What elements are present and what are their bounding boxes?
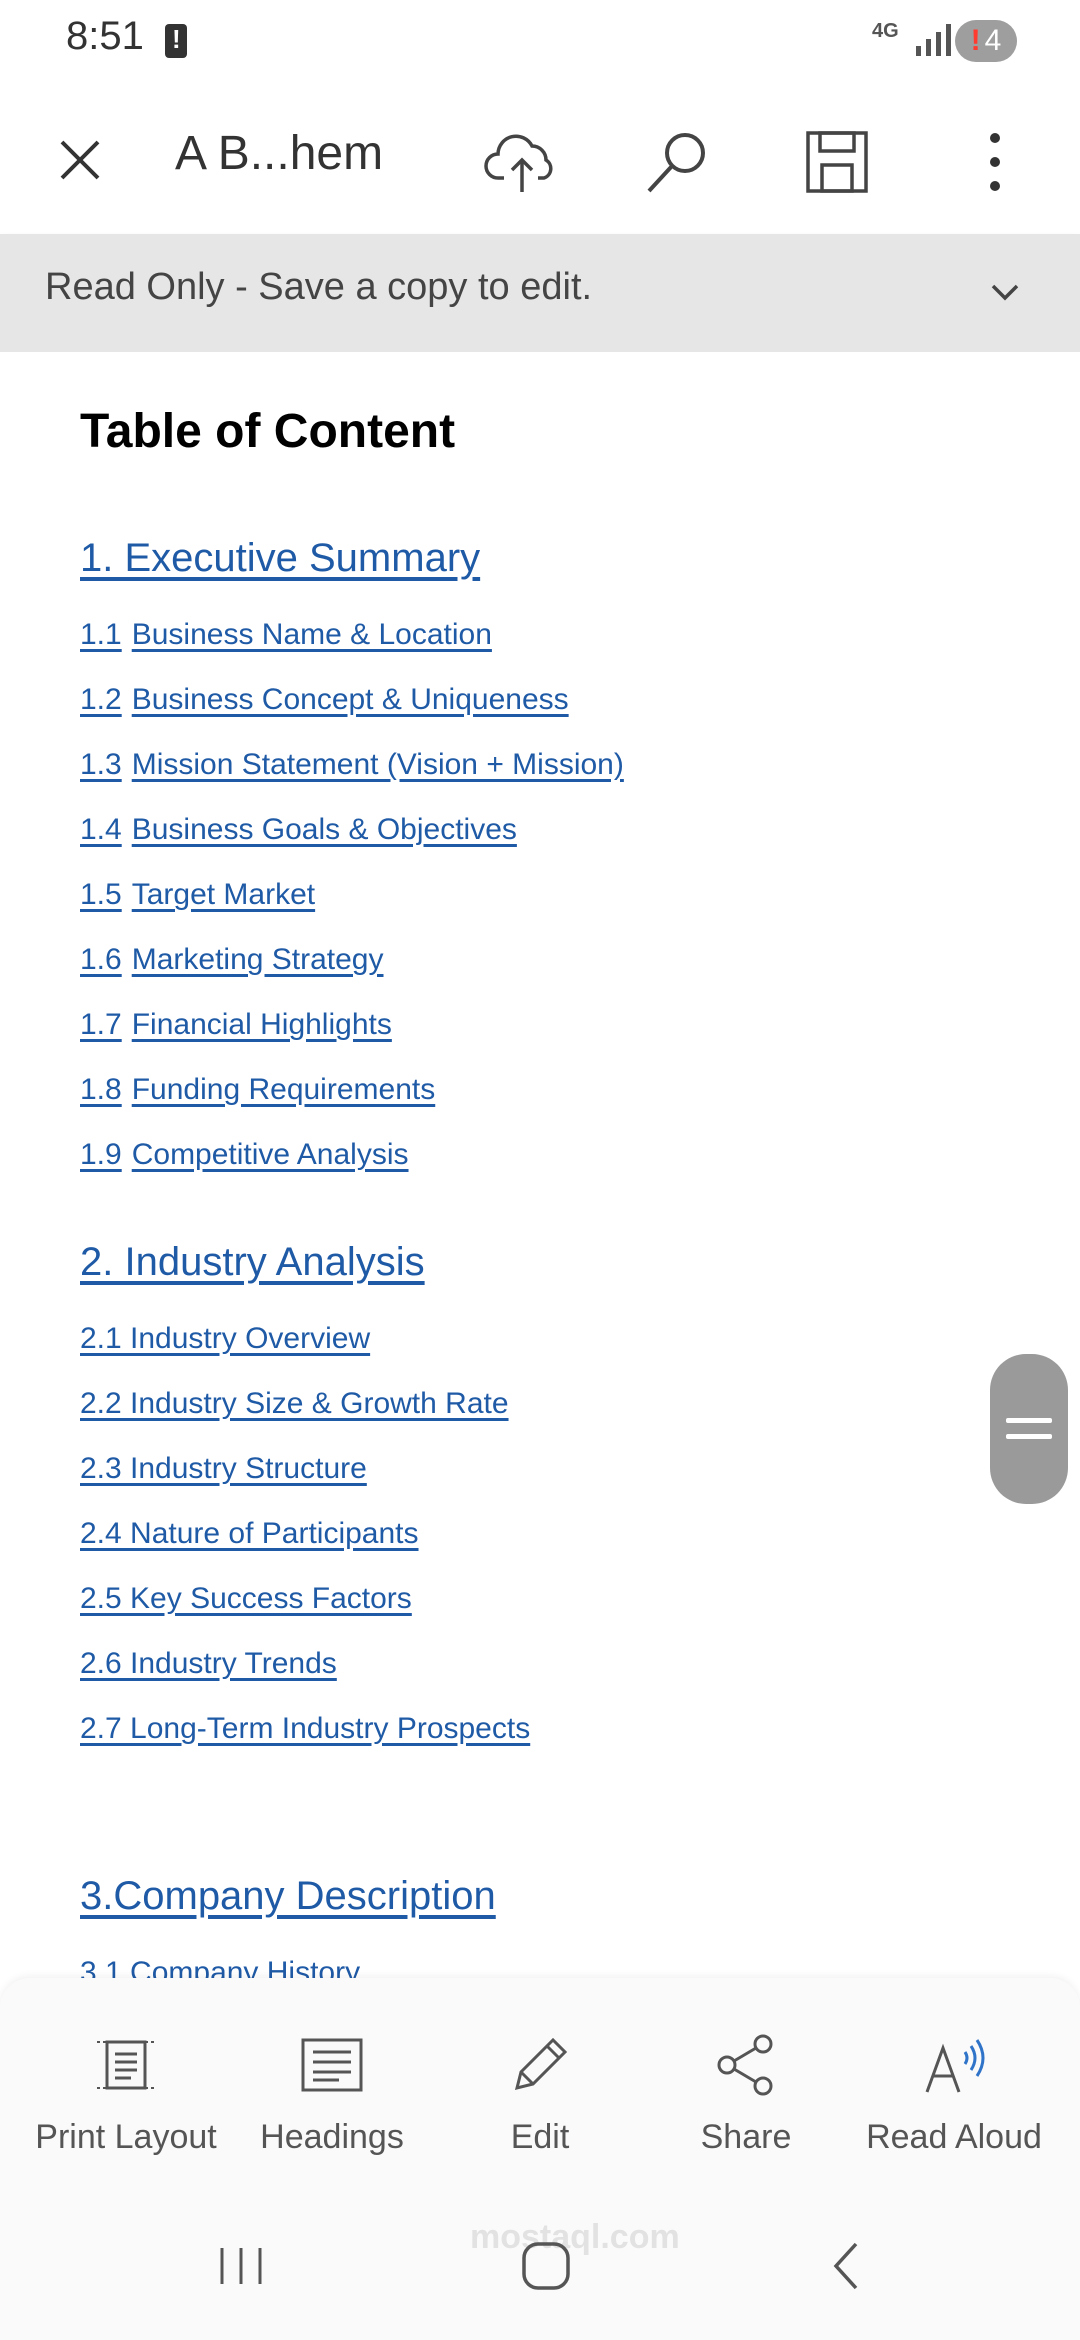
- toc-item-1-6[interactable]: 1.6 Marketing Strategy: [80, 943, 384, 977]
- back-icon[interactable]: [826, 2238, 866, 2294]
- banner-text: Read Only - Save a copy to edit.: [45, 266, 593, 308]
- signal-icon: [916, 24, 951, 56]
- toc-item-2-7[interactable]: 2.7 Long-Term Industry Prospects: [80, 1712, 530, 1746]
- print-layout-button[interactable]: Print Layout: [18, 1978, 234, 2188]
- close-icon: [60, 140, 100, 180]
- toc-item-2-1[interactable]: 2.1 Industry Overview: [80, 1322, 370, 1356]
- toc-item-2-2[interactable]: 2.2 Industry Size & Growth Rate: [80, 1387, 509, 1421]
- watermark-text: mostaql.com: [470, 2218, 680, 2256]
- bottom-action-bar: Print Layout Headings Edit Share Read Al…: [0, 1978, 1080, 2188]
- toc-item-1-7[interactable]: 1.7 Financial Highlights: [80, 1008, 392, 1042]
- search-icon: [647, 133, 705, 193]
- home-icon[interactable]: [518, 2238, 574, 2294]
- more-options-button[interactable]: [955, 120, 1035, 204]
- toc-item-2-6[interactable]: 2.6 Industry Trends: [80, 1647, 337, 1681]
- toc-item-1-4[interactable]: 1.4 Business Goals & Objectives: [80, 813, 517, 847]
- share-icon: [717, 2034, 773, 2096]
- toc-item-1-8[interactable]: 1.8 Funding Requirements: [80, 1073, 435, 1107]
- toc-section-1[interactable]: 1. Executive Summary: [80, 536, 480, 581]
- toc-item-1-5[interactable]: 1.5 Target Market: [80, 878, 315, 912]
- headings-icon: [301, 2038, 363, 2092]
- status-bar: 8:51 4G !4: [0, 0, 1080, 90]
- scroll-handle[interactable]: [990, 1354, 1068, 1504]
- upload-button[interactable]: [480, 120, 564, 204]
- toc-item-1-9[interactable]: 1.9 Competitive Analysis: [80, 1138, 409, 1172]
- print-layout-label: Print Layout: [35, 2118, 217, 2156]
- toc-item-1-2[interactable]: 1.2 Business Concept & Uniqueness: [80, 683, 569, 717]
- pencil-icon: [514, 2037, 568, 2091]
- read-aloud-button[interactable]: Read Aloud: [846, 1978, 1062, 2188]
- read-only-banner[interactable]: Read Only - Save a copy to edit.: [0, 234, 1080, 352]
- toc-section-2[interactable]: 2. Industry Analysis: [80, 1240, 425, 1285]
- system-navigation-bar: mostaql.com: [0, 2188, 1080, 2340]
- document-title[interactable]: A B...hem: [175, 126, 383, 181]
- toc-item-2-5[interactable]: 2.5 Key Success Factors: [80, 1582, 412, 1616]
- toc-item-3-1[interactable]: 3.1 Company History: [80, 1956, 360, 1980]
- toc-item-1-1[interactable]: 1.1 Business Name & Location: [80, 618, 492, 652]
- chevron-down-icon[interactable]: [985, 272, 1025, 312]
- document-view[interactable]: Table of Content 1. Executive Summary 1.…: [0, 352, 1080, 1980]
- recent-apps-icon[interactable]: [216, 2244, 266, 2288]
- app-toolbar: A B...hem: [0, 90, 1080, 234]
- headings-button[interactable]: Headings: [224, 1978, 440, 2188]
- more-icon: [990, 133, 1000, 191]
- network-type: 4G: [872, 20, 899, 42]
- save-icon: [806, 131, 868, 193]
- headings-label: Headings: [260, 2118, 404, 2156]
- read-aloud-icon: [925, 2039, 985, 2093]
- toc-section-3[interactable]: 3.Company Description: [80, 1874, 496, 1919]
- edit-button[interactable]: Edit: [432, 1978, 648, 2188]
- search-button[interactable]: [636, 120, 720, 204]
- edit-label: Edit: [510, 2118, 570, 2156]
- close-button[interactable]: [40, 120, 120, 200]
- share-button[interactable]: Share: [638, 1978, 854, 2188]
- toc-item-1-3[interactable]: 1.3 Mission Statement (Vision + Mission): [80, 748, 624, 782]
- toc-item-2-3[interactable]: 2.3 Industry Structure: [80, 1452, 367, 1486]
- share-label: Share: [700, 2118, 792, 2156]
- cloud-upload-icon: [484, 134, 553, 192]
- battery-icon: [165, 24, 187, 58]
- save-button[interactable]: [795, 120, 879, 204]
- toc-item-2-4[interactable]: 2.4 Nature of Participants: [80, 1517, 419, 1551]
- toc-heading: Table of Content: [80, 405, 456, 458]
- print-layout-icon: [97, 2040, 155, 2090]
- status-time: 8:51: [66, 14, 144, 58]
- notification-badge: ! 4: [955, 20, 1017, 62]
- read-aloud-label: Read Aloud: [866, 2118, 1042, 2156]
